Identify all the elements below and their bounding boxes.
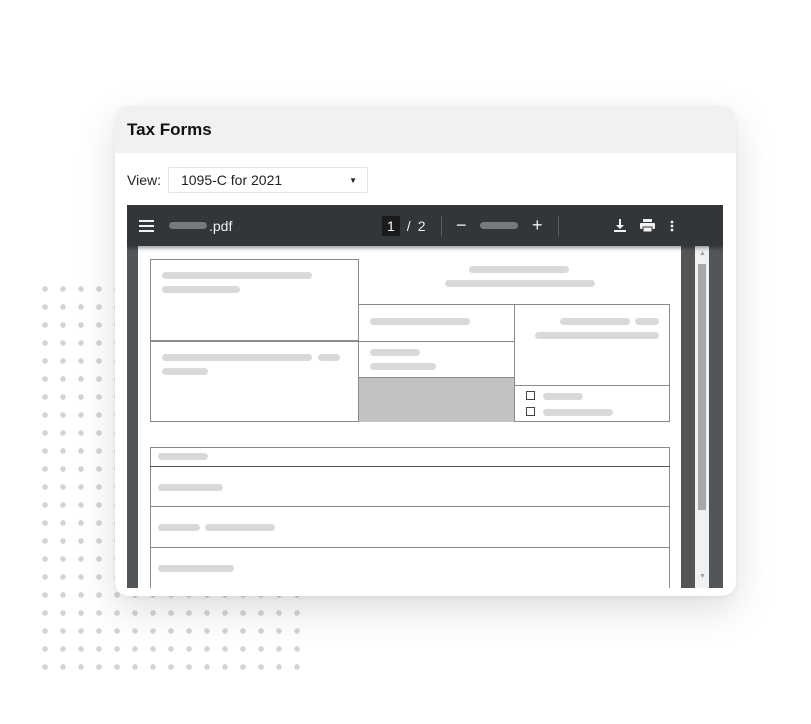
text-placeholder — [158, 565, 234, 572]
text-placeholder — [469, 266, 569, 273]
text-placeholder — [162, 286, 240, 293]
pdf-toolbar: .pdf 1 / 2 − + — [127, 205, 723, 246]
text-placeholder — [543, 409, 613, 416]
text-placeholder — [635, 318, 659, 325]
filename-extension: .pdf — [209, 217, 233, 234]
zoom-level — [480, 205, 518, 246]
text-placeholder — [535, 332, 659, 339]
text-placeholder — [318, 354, 340, 361]
text-placeholder — [370, 363, 436, 370]
scrollbar-thumb[interactable] — [698, 264, 706, 510]
menu-icon[interactable] — [139, 205, 154, 246]
text-placeholder — [543, 393, 583, 400]
toolbar-divider — [558, 216, 559, 236]
page-indicator: 1 / 2 — [382, 205, 425, 246]
text-placeholder — [158, 524, 200, 531]
pdf-page — [138, 246, 681, 588]
more-vert-icon[interactable] — [670, 205, 674, 246]
pdf-filename: .pdf — [169, 205, 232, 246]
grid-line — [150, 547, 670, 548]
scroll-down-icon[interactable]: ▼ — [699, 573, 706, 580]
text-placeholder — [370, 349, 420, 356]
card-header: Tax Forms — [115, 106, 736, 153]
grid-line — [150, 506, 670, 507]
zoom-out-button[interactable]: − — [456, 205, 467, 246]
text-placeholder — [445, 280, 595, 287]
pdf-viewer: .pdf 1 / 2 − + ▲ ▼ — [127, 205, 723, 588]
grid-line — [514, 385, 670, 386]
text-placeholder — [162, 368, 208, 375]
text-placeholder — [158, 453, 208, 460]
page-separator: / — [406, 217, 411, 234]
zoom-in-button[interactable]: + — [532, 205, 543, 246]
grid-line — [150, 341, 359, 342]
redacted-zoom-value — [480, 222, 518, 229]
text-placeholder — [205, 524, 275, 531]
form-view-selected-value: 1095-C for 2021 — [180, 172, 283, 188]
print-icon[interactable] — [640, 205, 655, 246]
text-placeholder — [370, 318, 470, 325]
form-view-select[interactable]: 1095-C for 2021 ▼ — [167, 167, 368, 193]
redacted-filename — [169, 222, 207, 229]
text-placeholder — [158, 484, 223, 491]
pdf-scrollbar[interactable]: ▲ ▼ — [695, 246, 709, 588]
form-checkbox[interactable] — [526, 391, 535, 400]
shaded-cell — [359, 378, 514, 422]
text-placeholder — [560, 318, 630, 325]
tax-forms-card: Tax Forms View: 1095-C for 2021 ▼ .pdf 1… — [115, 106, 736, 596]
dropdown-caret-icon: ▼ — [349, 175, 357, 185]
text-placeholder — [162, 272, 312, 279]
scroll-up-icon[interactable]: ▲ — [699, 250, 706, 257]
total-pages: 2 — [417, 217, 426, 234]
grid-line — [150, 466, 670, 467]
current-page-input[interactable]: 1 — [382, 215, 400, 236]
text-placeholder — [162, 354, 312, 361]
download-icon[interactable] — [614, 205, 626, 246]
view-label: View: — [127, 172, 161, 188]
toolbar-divider — [441, 216, 442, 236]
grid-line — [358, 341, 515, 342]
page-title: Tax Forms — [127, 120, 212, 139]
form-checkbox[interactable] — [526, 407, 535, 416]
grid-line — [514, 304, 515, 422]
view-row: View: 1095-C for 2021 ▼ — [127, 166, 368, 194]
